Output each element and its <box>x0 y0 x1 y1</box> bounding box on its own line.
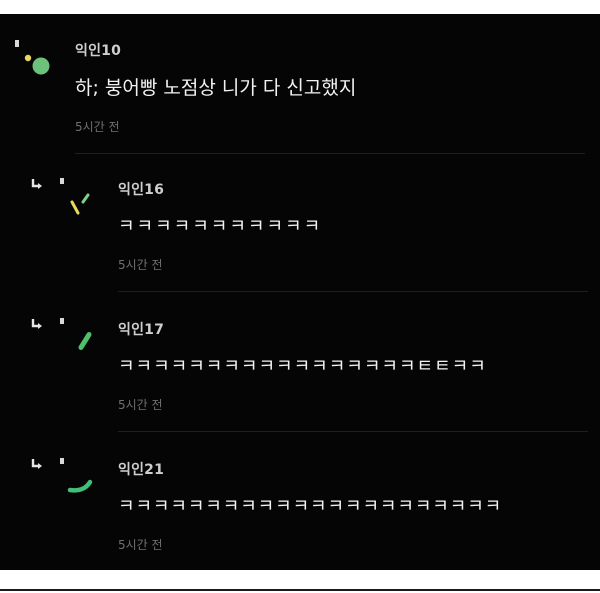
comment-text: 하; 붕어빵 노점상 니가 다 신고했지 <box>75 77 357 99</box>
reply-arrow-icon <box>30 318 44 332</box>
comment-thread: 익인10 하; 붕어빵 노점상 니가 다 신고했지 5시간 전 익인16 ㅋㅋㅋ… <box>0 14 600 570</box>
comment-author[interactable]: 익인10 <box>75 40 121 60</box>
reply-text: ㅋㅋㅋㅋㅋㅋㅋㅋㅋㅋㅋ <box>118 216 323 237</box>
reply-text: ㅋㅋㅋㅋㅋㅋㅋㅋㅋㅋㅋㅋㅋㅋㅋㅋㅋㅌㅌㅋㅋ <box>118 356 487 377</box>
reply-author[interactable]: 익인21 <box>118 459 164 479</box>
reply-text: ㅋㅋㅋㅋㅋㅋㅋㅋㅋㅋㅋㅋㅋㅋㅋㅋㅋㅋㅋㅋㅋㅋ <box>118 496 503 517</box>
avatar-icon[interactable] <box>58 318 98 358</box>
comment-divider <box>75 153 585 154</box>
reply-time: 5시간 전 <box>118 538 163 552</box>
reply-divider <box>118 291 588 292</box>
reply-divider <box>118 431 588 432</box>
avatar-icon[interactable] <box>58 178 98 218</box>
reply-author[interactable]: 익인16 <box>118 179 164 199</box>
avatar-icon[interactable] <box>14 40 54 80</box>
bottom-divider <box>0 589 600 591</box>
avatar-icon[interactable] <box>58 458 98 498</box>
reply-author[interactable]: 익인17 <box>118 319 164 339</box>
comment-time: 5시간 전 <box>75 120 120 134</box>
reply-arrow-icon <box>30 458 44 472</box>
reply-time: 5시간 전 <box>118 398 163 412</box>
reply-arrow-icon <box>30 178 44 192</box>
reply-time: 5시간 전 <box>118 258 163 272</box>
